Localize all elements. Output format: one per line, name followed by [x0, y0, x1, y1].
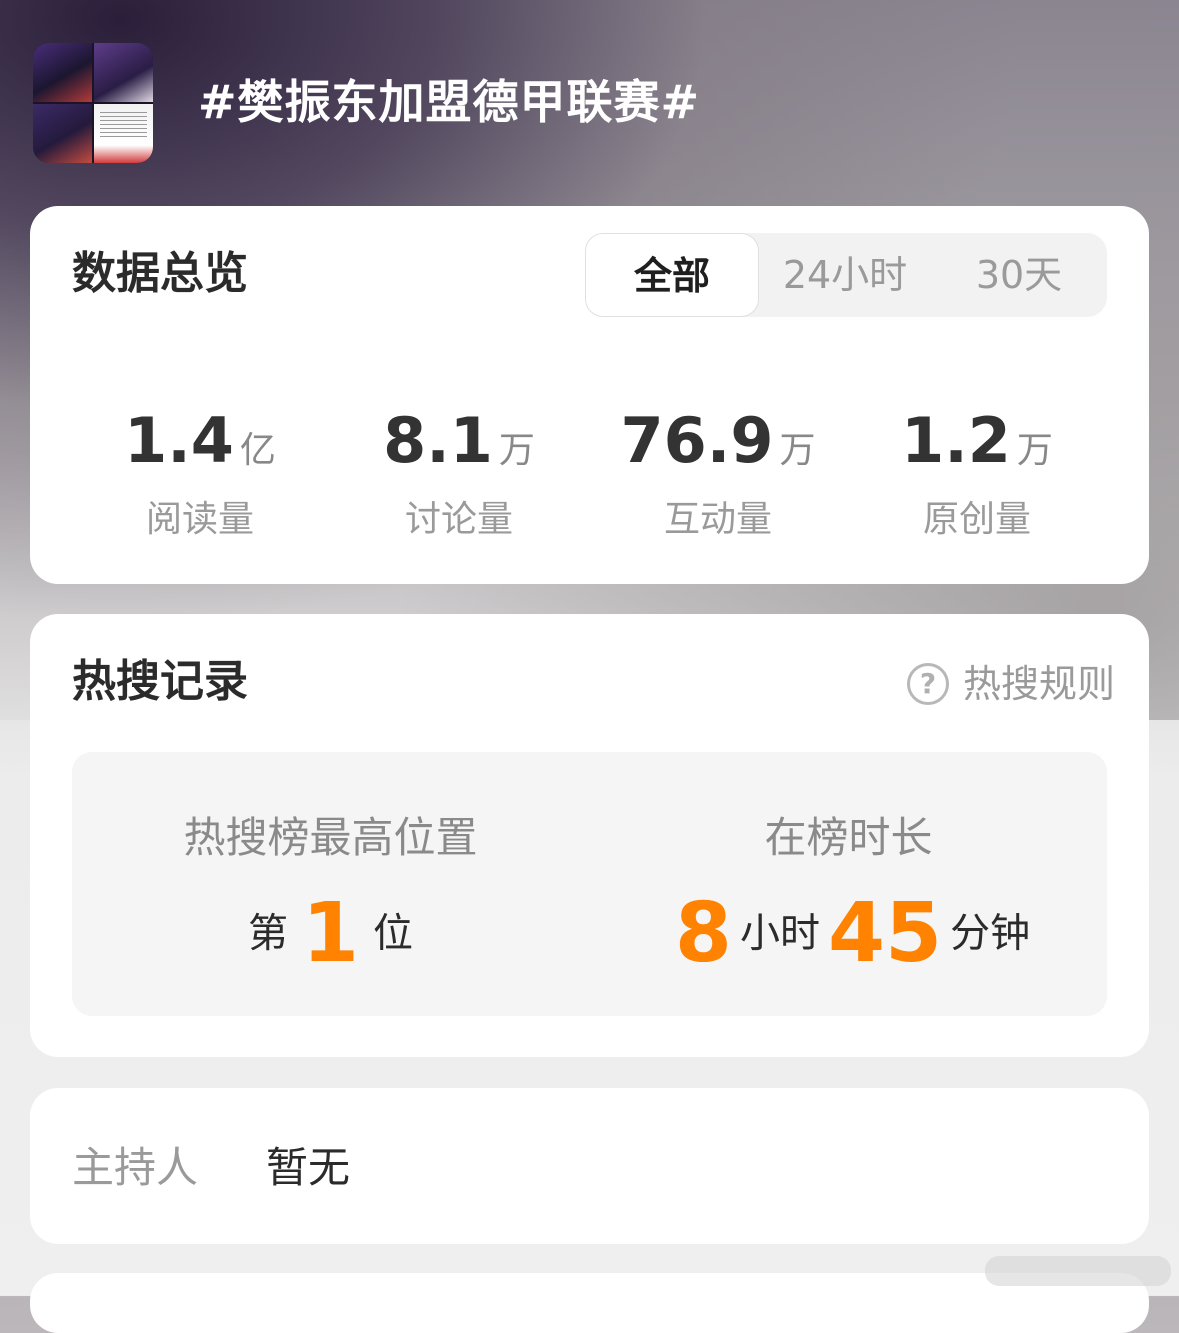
stat-unit: 万 — [779, 430, 816, 471]
stat-unit: 万 — [1016, 430, 1053, 471]
next-card — [30, 1273, 1149, 1333]
stat-number: 1.2 — [901, 404, 1011, 477]
hot-search-card: 热搜记录 ? 热搜规则 热搜榜最高位置 第1位 在榜时长 8 小时45 分钟 — [30, 614, 1149, 1057]
duration-hours: 8 — [674, 885, 732, 981]
stat-value: 8.1 万 — [329, 406, 589, 486]
rank-prefix: 第 — [247, 910, 288, 957]
stat-number: 76.9 — [620, 404, 774, 477]
stat-label: 原创量 — [922, 499, 1031, 540]
question-mark-icon: ? — [906, 663, 949, 705]
rules-label: 热搜规则 — [962, 662, 1115, 706]
peak-rank-column: 热搜榜最高位置 第1位 — [72, 752, 589, 1016]
duration-label: 在榜时长 — [764, 813, 933, 862]
stat-label: 讨论量 — [404, 499, 513, 540]
topic-cover-image[interactable] — [33, 43, 153, 163]
hot-search-rules-link[interactable]: ? 热搜规则 — [906, 658, 1115, 710]
time-range-tabs: 全部 24小时 30天 — [585, 233, 1107, 317]
rank-number: 1 — [301, 885, 360, 981]
cover-photo-3 — [33, 104, 92, 163]
stat-value: 1.4 亿 — [70, 406, 330, 486]
duration-hours-unit: 小时 — [739, 910, 820, 957]
stat-discussions: 8.1 万 讨论量 — [329, 406, 589, 542]
duration-column: 在榜时长 8 小时45 分钟 — [590, 752, 1107, 1016]
stat-unit: 亿 — [239, 430, 276, 471]
host-label: 主持人 — [72, 1143, 199, 1192]
overview-title: 数据总览 — [72, 248, 248, 299]
overview-card: 数据总览 全部 24小时 30天 1.4 亿 阅读量 8.1 万 讨论量 76.9 万… — [30, 206, 1149, 584]
host-card: 主持人 暂无 — [30, 1088, 1149, 1244]
duration-minutes: 45 — [827, 885, 943, 981]
cover-photo-2 — [94, 43, 153, 102]
peak-rank-label: 热搜榜最高位置 — [183, 813, 478, 862]
hot-search-title: 热搜记录 — [72, 656, 248, 707]
watermark-pill — [985, 1256, 1171, 1286]
stat-label: 互动量 — [663, 499, 772, 540]
stat-label: 阅读量 — [145, 499, 254, 540]
host-value: 暂无 — [266, 1143, 351, 1192]
stat-originals: 1.2 万 原创量 — [847, 406, 1107, 542]
cover-photo-4 — [94, 104, 153, 163]
tab-30d[interactable]: 30天 — [935, 233, 1103, 317]
stat-unit: 万 — [498, 430, 535, 471]
rank-suffix: 位 — [373, 910, 414, 957]
stat-value: 76.9 万 — [588, 406, 848, 486]
tab-24h[interactable]: 24小时 — [761, 233, 929, 317]
tab-all[interactable]: 全部 — [585, 233, 759, 317]
cover-photo-1 — [33, 43, 92, 102]
stat-reads: 1.4 亿 阅读量 — [70, 406, 330, 542]
stat-number: 8.1 — [383, 404, 493, 477]
topic-title: #樊振东加盟德甲联赛# — [198, 75, 701, 129]
duration-value: 8 小时45 分钟 — [590, 888, 1107, 979]
stat-value: 1.2 万 — [847, 406, 1107, 486]
topic-header: #樊振东加盟德甲联赛# — [0, 0, 1179, 206]
hot-search-record-box: 热搜榜最高位置 第1位 在榜时长 8 小时45 分钟 — [72, 752, 1107, 1016]
stat-interactions: 76.9 万 互动量 — [588, 406, 848, 542]
duration-minutes-unit: 分钟 — [950, 910, 1031, 957]
stat-number: 1.4 — [124, 404, 234, 477]
peak-rank-value: 第1位 — [72, 888, 589, 979]
